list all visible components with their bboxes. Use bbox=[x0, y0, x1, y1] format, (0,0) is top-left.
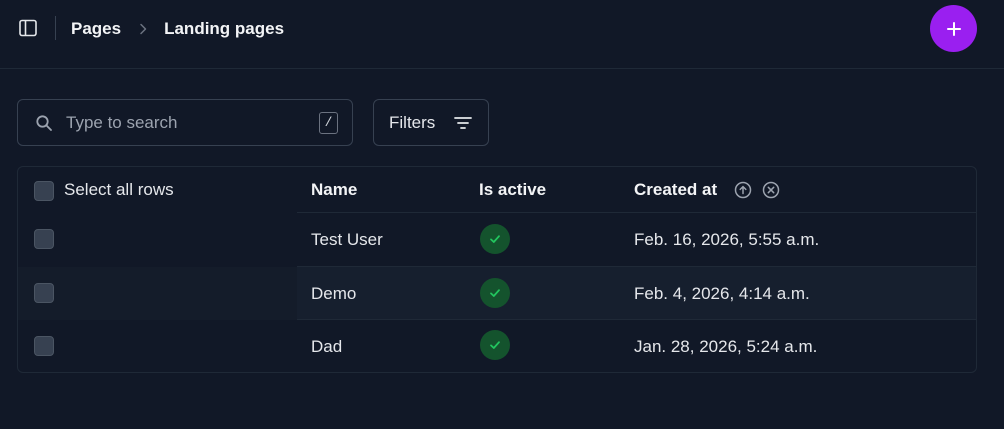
sidebar-toggle-icon[interactable] bbox=[18, 18, 38, 38]
plus-icon bbox=[946, 21, 961, 36]
data-table: Select all rows Name Is active Created a… bbox=[17, 166, 977, 373]
select-all-checkbox[interactable] bbox=[34, 181, 54, 201]
table-header-row: Select all rows Name Is active Created a… bbox=[18, 167, 976, 213]
row-checkbox[interactable] bbox=[34, 229, 54, 249]
active-status-icon bbox=[480, 224, 510, 254]
topbar-divider bbox=[55, 16, 56, 40]
table-row[interactable]: Demo Feb. 4, 2026, 4:14 a.m. bbox=[18, 267, 976, 320]
breadcrumb: Pages Landing pages bbox=[71, 18, 284, 40]
clear-sort-icon[interactable] bbox=[762, 181, 780, 199]
search-shortcut-key: / bbox=[319, 112, 338, 134]
cell-created-at: Feb. 16, 2026, 5:55 a.m. bbox=[634, 230, 820, 249]
active-status-icon bbox=[480, 278, 510, 308]
select-all-label: Select all rows bbox=[64, 180, 174, 199]
add-button[interactable] bbox=[930, 5, 977, 52]
table-row[interactable]: Dad Jan. 28, 2026, 5:24 a.m. bbox=[18, 320, 976, 372]
row-checkbox[interactable] bbox=[34, 336, 54, 356]
breadcrumb-pages[interactable]: Pages bbox=[71, 19, 121, 39]
search-input[interactable] bbox=[66, 100, 306, 145]
check-icon bbox=[490, 341, 500, 349]
filter-icon bbox=[454, 117, 472, 129]
column-header-is-active[interactable]: Is active bbox=[479, 180, 546, 200]
cell-name: Dad bbox=[311, 337, 343, 356]
cell-name: Demo bbox=[311, 284, 357, 303]
check-icon bbox=[490, 235, 500, 243]
search-icon bbox=[36, 115, 52, 131]
breadcrumb-landing-pages: Landing pages bbox=[164, 19, 285, 38]
search-box[interactable]: / bbox=[17, 99, 353, 146]
top-bar: Pages Landing pages bbox=[0, 0, 1004, 69]
table-row[interactable]: Test User Feb. 16, 2026, 5:55 a.m. bbox=[18, 213, 976, 267]
sort-ascending-icon[interactable] bbox=[734, 181, 752, 199]
column-header-name[interactable]: Name bbox=[311, 180, 357, 200]
column-header-created-at[interactable]: Created at bbox=[634, 180, 717, 200]
check-icon bbox=[490, 289, 500, 297]
cell-name: Test User bbox=[311, 230, 383, 249]
filters-label: Filters bbox=[389, 112, 436, 132]
chevron-right-icon bbox=[140, 23, 147, 35]
cell-created-at: Jan. 28, 2026, 5:24 a.m. bbox=[634, 337, 818, 356]
row-checkbox[interactable] bbox=[34, 283, 54, 303]
cell-created-at: Feb. 4, 2026, 4:14 a.m. bbox=[634, 284, 810, 303]
active-status-icon bbox=[480, 330, 510, 360]
filters-button[interactable]: Filters bbox=[373, 99, 489, 146]
row-left-background bbox=[18, 267, 297, 320]
